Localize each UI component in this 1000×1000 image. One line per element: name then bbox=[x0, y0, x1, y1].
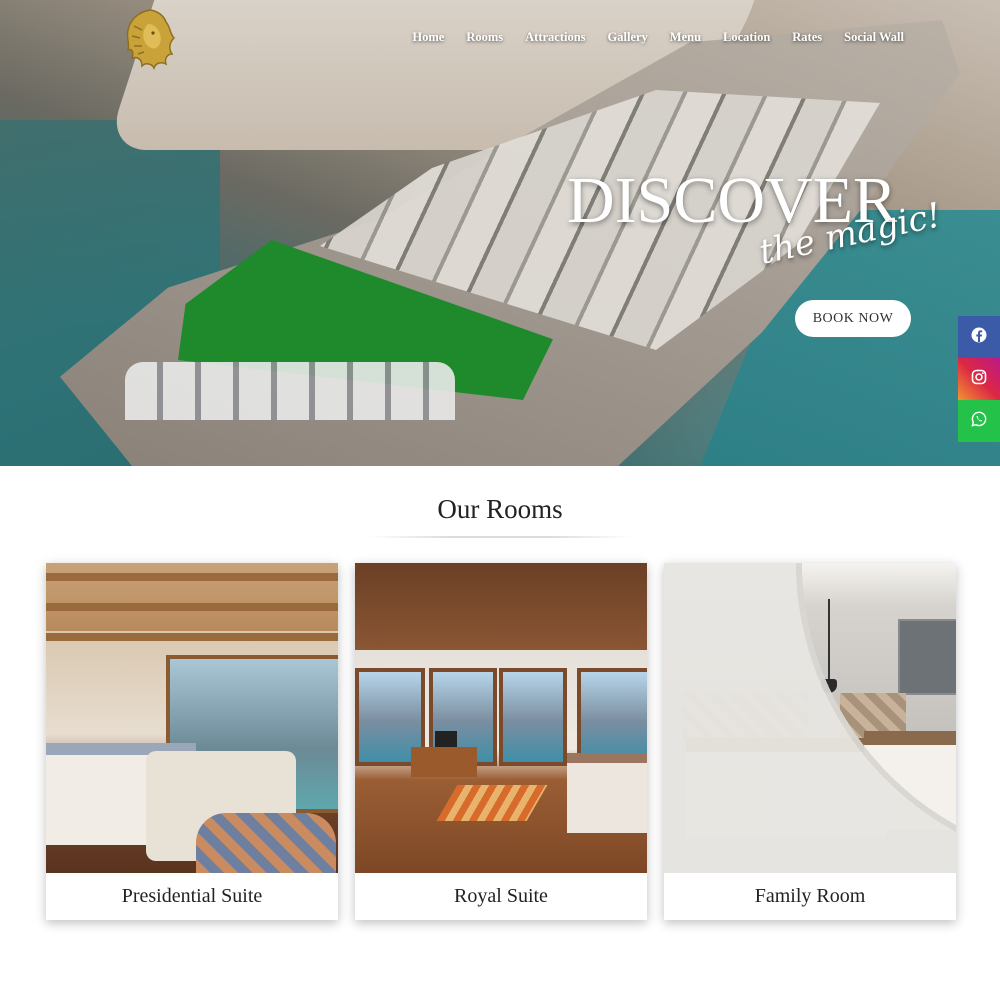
nav-social-wall[interactable]: Social Wall bbox=[844, 30, 904, 45]
instagram-icon bbox=[971, 369, 987, 390]
nav-home[interactable]: Home bbox=[412, 30, 444, 45]
room-card-family-room[interactable]: Family Room bbox=[664, 563, 956, 920]
lion-logo-icon[interactable] bbox=[120, 6, 176, 70]
royal-suite-image bbox=[355, 563, 647, 873]
facebook-button[interactable] bbox=[958, 316, 1000, 358]
dome-tents bbox=[125, 362, 455, 420]
nav-rates[interactable]: Rates bbox=[792, 30, 822, 45]
room-card-label: Royal Suite bbox=[454, 885, 548, 907]
book-now-button[interactable]: BOOK NOW bbox=[795, 300, 911, 337]
instagram-button[interactable] bbox=[958, 358, 1000, 400]
room-card-label: Family Room bbox=[754, 885, 866, 907]
room-card-label: Presidential Suite bbox=[121, 885, 263, 907]
title-divider bbox=[368, 536, 632, 538]
main-nav: Home Rooms Attractions Gallery Menu Loca… bbox=[412, 30, 904, 45]
room-card-presidential-suite[interactable]: Presidential Suite bbox=[46, 563, 338, 920]
nav-gallery[interactable]: Gallery bbox=[608, 30, 648, 45]
facebook-icon bbox=[971, 327, 987, 348]
whatsapp-icon bbox=[971, 411, 987, 432]
whatsapp-button[interactable] bbox=[958, 400, 1000, 442]
nav-menu[interactable]: Menu bbox=[670, 30, 701, 45]
nav-rooms[interactable]: Rooms bbox=[466, 30, 503, 45]
family-room-image bbox=[664, 563, 956, 873]
nav-attractions[interactable]: Attractions bbox=[525, 30, 585, 45]
presidential-suite-image bbox=[46, 563, 338, 873]
nav-location[interactable]: Location bbox=[723, 30, 770, 45]
rooms-section-title: Our Rooms bbox=[437, 494, 563, 524]
room-card-royal-suite[interactable]: Royal Suite bbox=[355, 563, 647, 920]
